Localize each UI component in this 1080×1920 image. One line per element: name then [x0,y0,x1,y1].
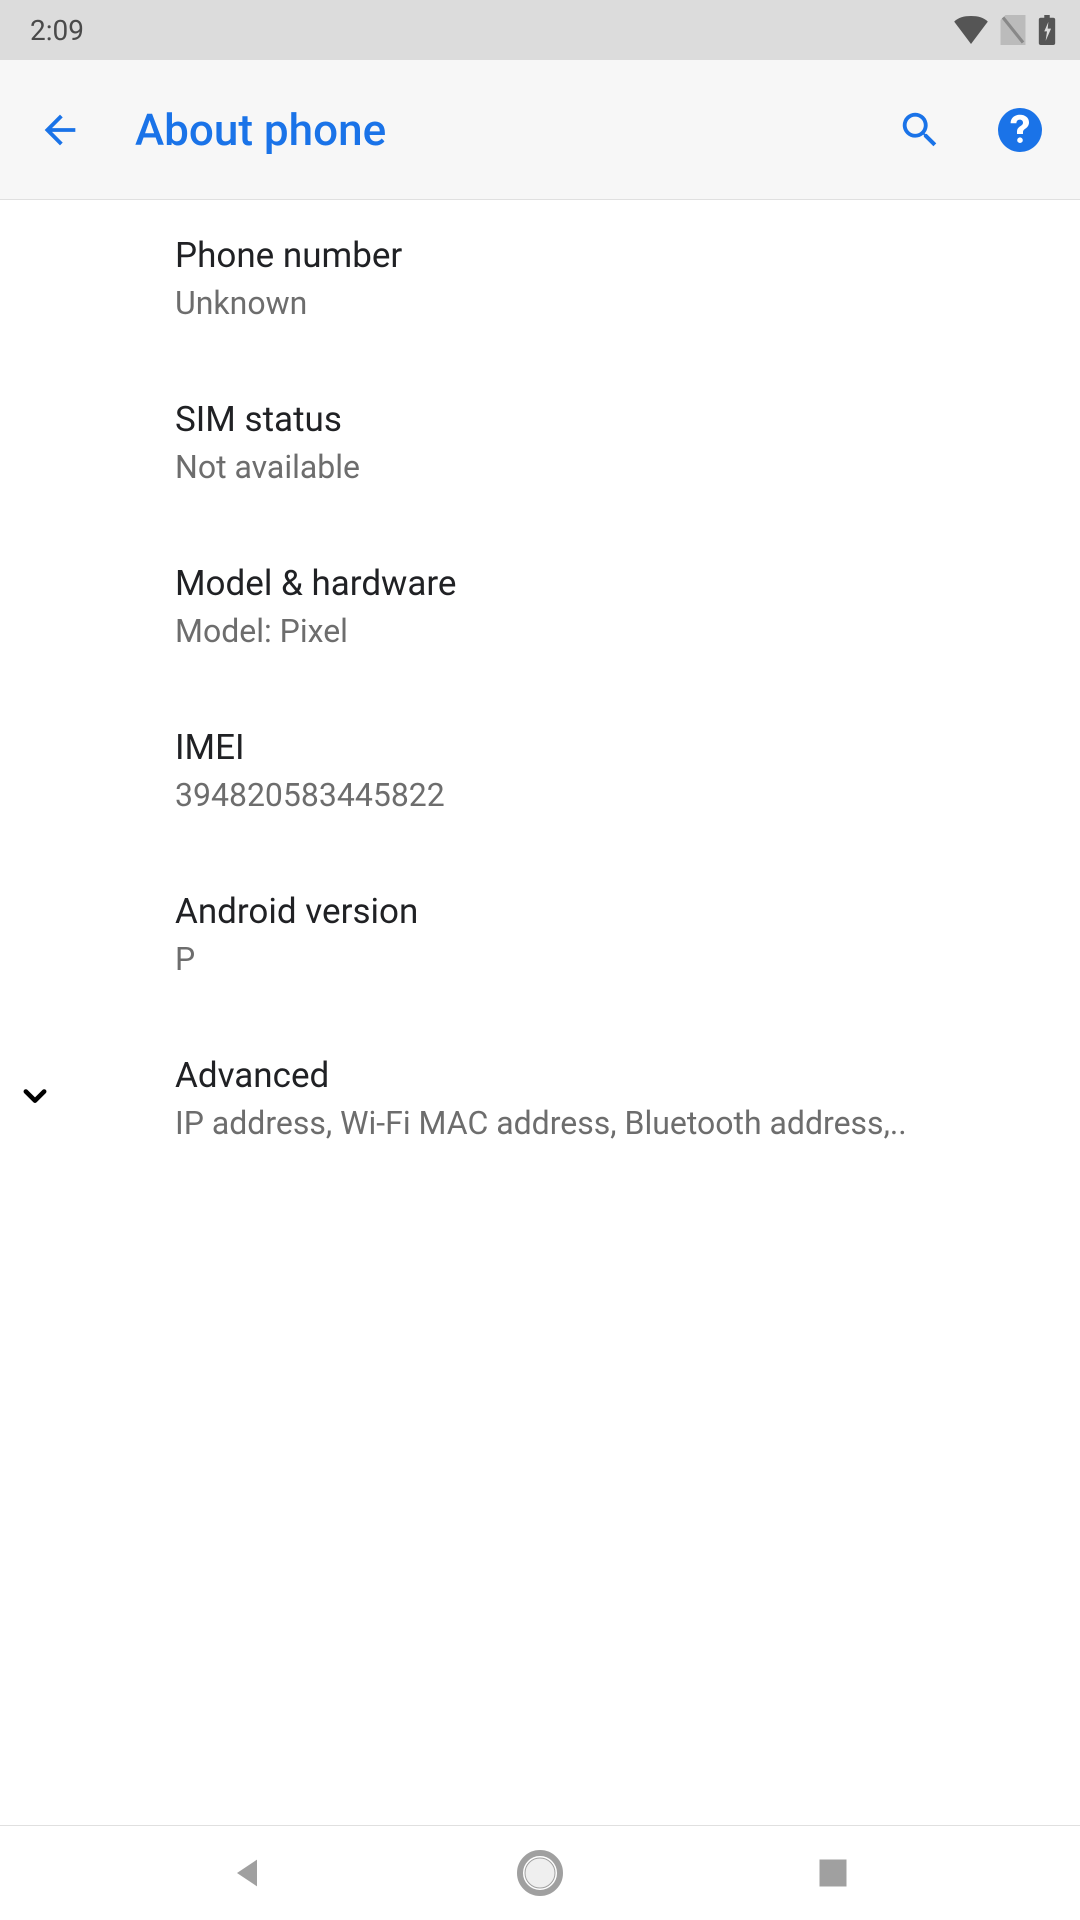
nav-recent-button[interactable] [793,1833,873,1913]
setting-sim-status[interactable]: SIM status Not available [0,364,1080,528]
wifi-icon [954,16,988,44]
nav-home-button[interactable] [500,1833,580,1913]
search-icon [897,107,943,153]
back-arrow-icon [37,107,83,153]
battery-charging-icon [1038,15,1056,45]
app-bar: About phone [0,60,1080,200]
no-sim-icon [1000,15,1026,45]
setting-title: Phone number [175,235,1050,276]
circle-home-icon [516,1849,564,1897]
setting-subtitle: IP address, Wi-Fi MAC address, Bluetooth… [175,1104,1050,1142]
chevron-down-icon [13,1075,57,1119]
setting-subtitle: Not available [175,448,1050,486]
status-icons-group [954,15,1056,45]
setting-imei[interactable]: IMEI 394820583445822 [0,692,1080,856]
navigation-bar [0,1825,1080,1920]
setting-subtitle: Unknown [175,284,1050,322]
setting-subtitle: 394820583445822 [175,776,1050,814]
help-button[interactable] [990,100,1050,160]
setting-title: Model & hardware [175,563,1050,604]
setting-title: IMEI [175,727,1050,768]
setting-android-version[interactable]: Android version P [0,856,1080,1020]
back-button[interactable] [30,100,90,160]
page-title: About phone [135,104,890,156]
status-bar: 2:09 [0,0,1080,60]
nav-back-button[interactable] [207,1833,287,1913]
triangle-back-icon [227,1853,267,1893]
setting-title: Advanced [175,1055,1050,1096]
square-recent-icon [815,1855,851,1891]
setting-advanced[interactable]: Advanced IP address, Wi-Fi MAC address, … [0,1020,1080,1184]
setting-subtitle: Model: Pixel [175,612,1050,650]
settings-list: Phone number Unknown SIM status Not avai… [0,200,1080,1184]
setting-model-hardware[interactable]: Model & hardware Model: Pixel [0,528,1080,692]
help-icon [996,106,1044,154]
status-time: 2:09 [30,14,84,47]
setting-phone-number[interactable]: Phone number Unknown [0,200,1080,364]
setting-subtitle: P [175,940,1050,978]
search-button[interactable] [890,100,950,160]
setting-title: SIM status [175,399,1050,440]
setting-title: Android version [175,891,1050,932]
